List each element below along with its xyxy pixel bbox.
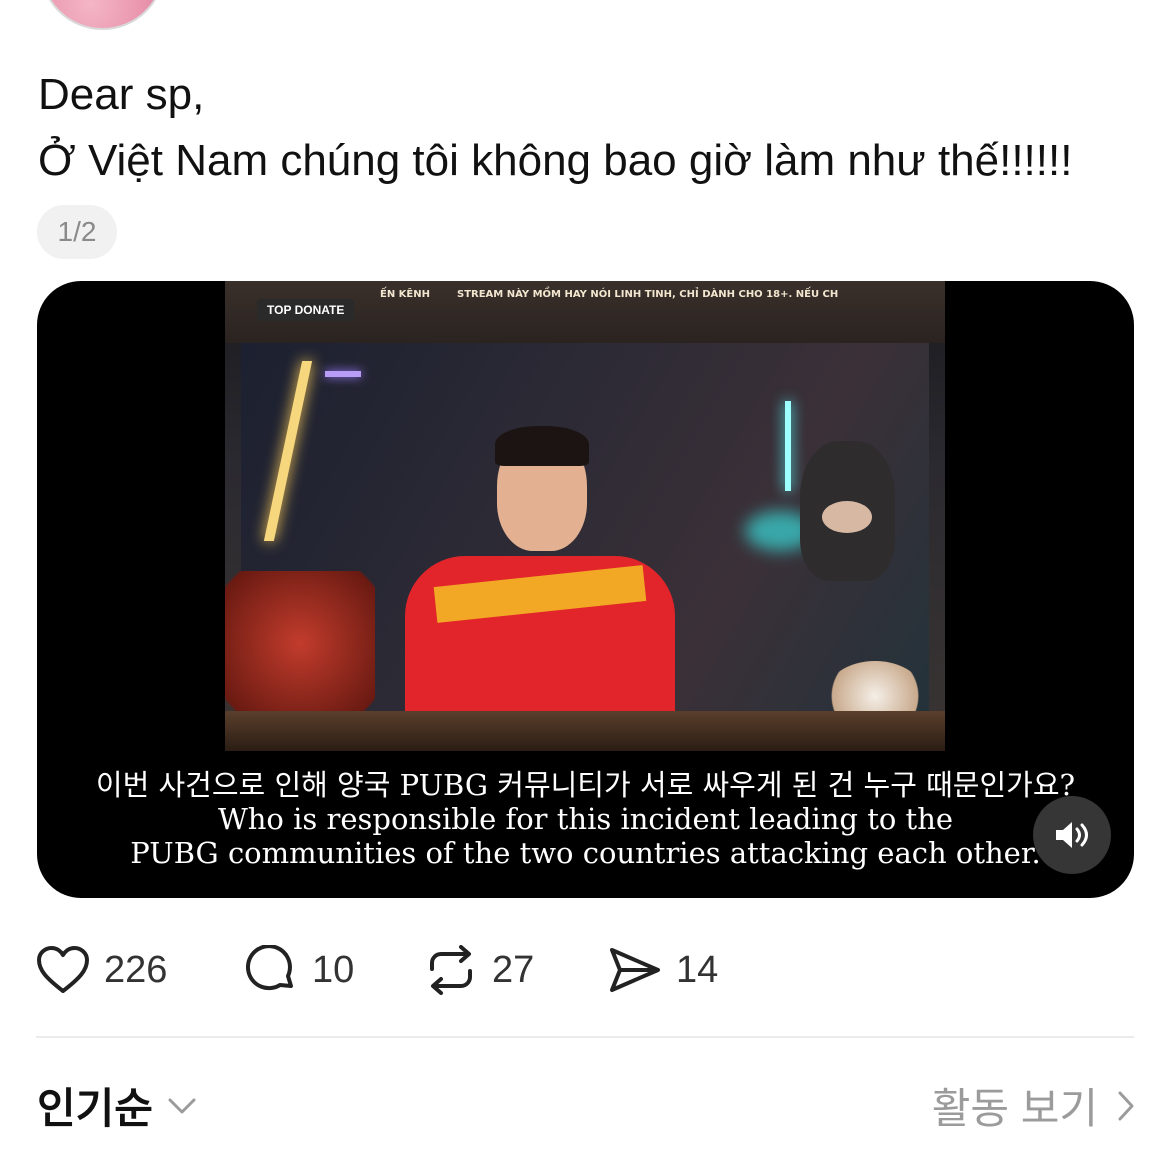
avatar[interactable] <box>40 0 165 30</box>
streamer-hair <box>495 426 589 466</box>
video-player[interactable]: ẾN KÊNH STREAM NÀY MỒM HAY NÓI LINH TINH… <box>37 281 1134 898</box>
subtitle-english-1: Who is responsible for this incident lea… <box>217 802 954 836</box>
chevron-down-icon <box>168 1098 196 1113</box>
post-text-line-1: Dear sp, <box>38 70 205 119</box>
neon-light <box>785 401 791 491</box>
post-text-line-2: Ở Việt Nam chúng tôi không bao giờ làm n… <box>38 136 1073 185</box>
ticker-right-text: STREAM NÀY MỒM HAY NÓI LINH TINH, CHỈ DÀ… <box>457 289 839 300</box>
top-donate-label: TOP DONATE <box>257 299 355 321</box>
sort-dropdown[interactable]: 인기순 <box>37 1075 197 1136</box>
chevron-right-icon <box>1118 1091 1134 1120</box>
share-button[interactable]: 14 <box>608 942 718 998</box>
media-counter: 1/2 <box>37 205 117 259</box>
desk <box>225 711 945 751</box>
repost-button[interactable]: 27 <box>424 942 534 998</box>
like-count: 226 <box>104 948 168 991</box>
plush-toy <box>800 441 895 581</box>
comment-icon <box>245 945 293 991</box>
sort-label: 인기순 <box>37 1085 153 1132</box>
share-count: 14 <box>676 948 719 991</box>
speaker-sound-icon <box>1056 822 1088 848</box>
view-activity-link[interactable]: 활동 보기 <box>932 1075 1136 1136</box>
ticker-left-text: ẾN KÊNH <box>380 289 430 300</box>
repost-icon <box>430 945 472 995</box>
video-subtitles: 이번 사건으로 인해 양국 PUBG 커뮤니티가 서로 싸우게 된 건 누구 때… <box>37 768 1134 870</box>
divider <box>36 1036 1134 1038</box>
subtitle-korean: 이번 사건으로 인해 양국 PUBG 커뮤니티가 서로 싸우게 된 건 누구 때… <box>95 768 1076 802</box>
video-frame: ẾN KÊNH STREAM NÀY MỒM HAY NÓI LINH TINH… <box>225 281 945 751</box>
like-button[interactable]: 226 <box>36 942 167 998</box>
subtitle-english-2: PUBG communities of the two countries at… <box>130 836 1041 870</box>
sound-toggle-button[interactable] <box>1033 796 1111 874</box>
heart-icon <box>37 946 89 993</box>
comment-count: 10 <box>312 948 355 991</box>
view-activity-label: 활동 보기 <box>931 1085 1098 1132</box>
neon-light <box>325 371 361 377</box>
comment-button[interactable]: 10 <box>244 942 354 998</box>
repost-count: 27 <box>492 948 535 991</box>
send-icon <box>610 948 660 992</box>
post-text: Dear sp, Ở Việt Nam chúng tôi không bao … <box>38 62 1072 194</box>
